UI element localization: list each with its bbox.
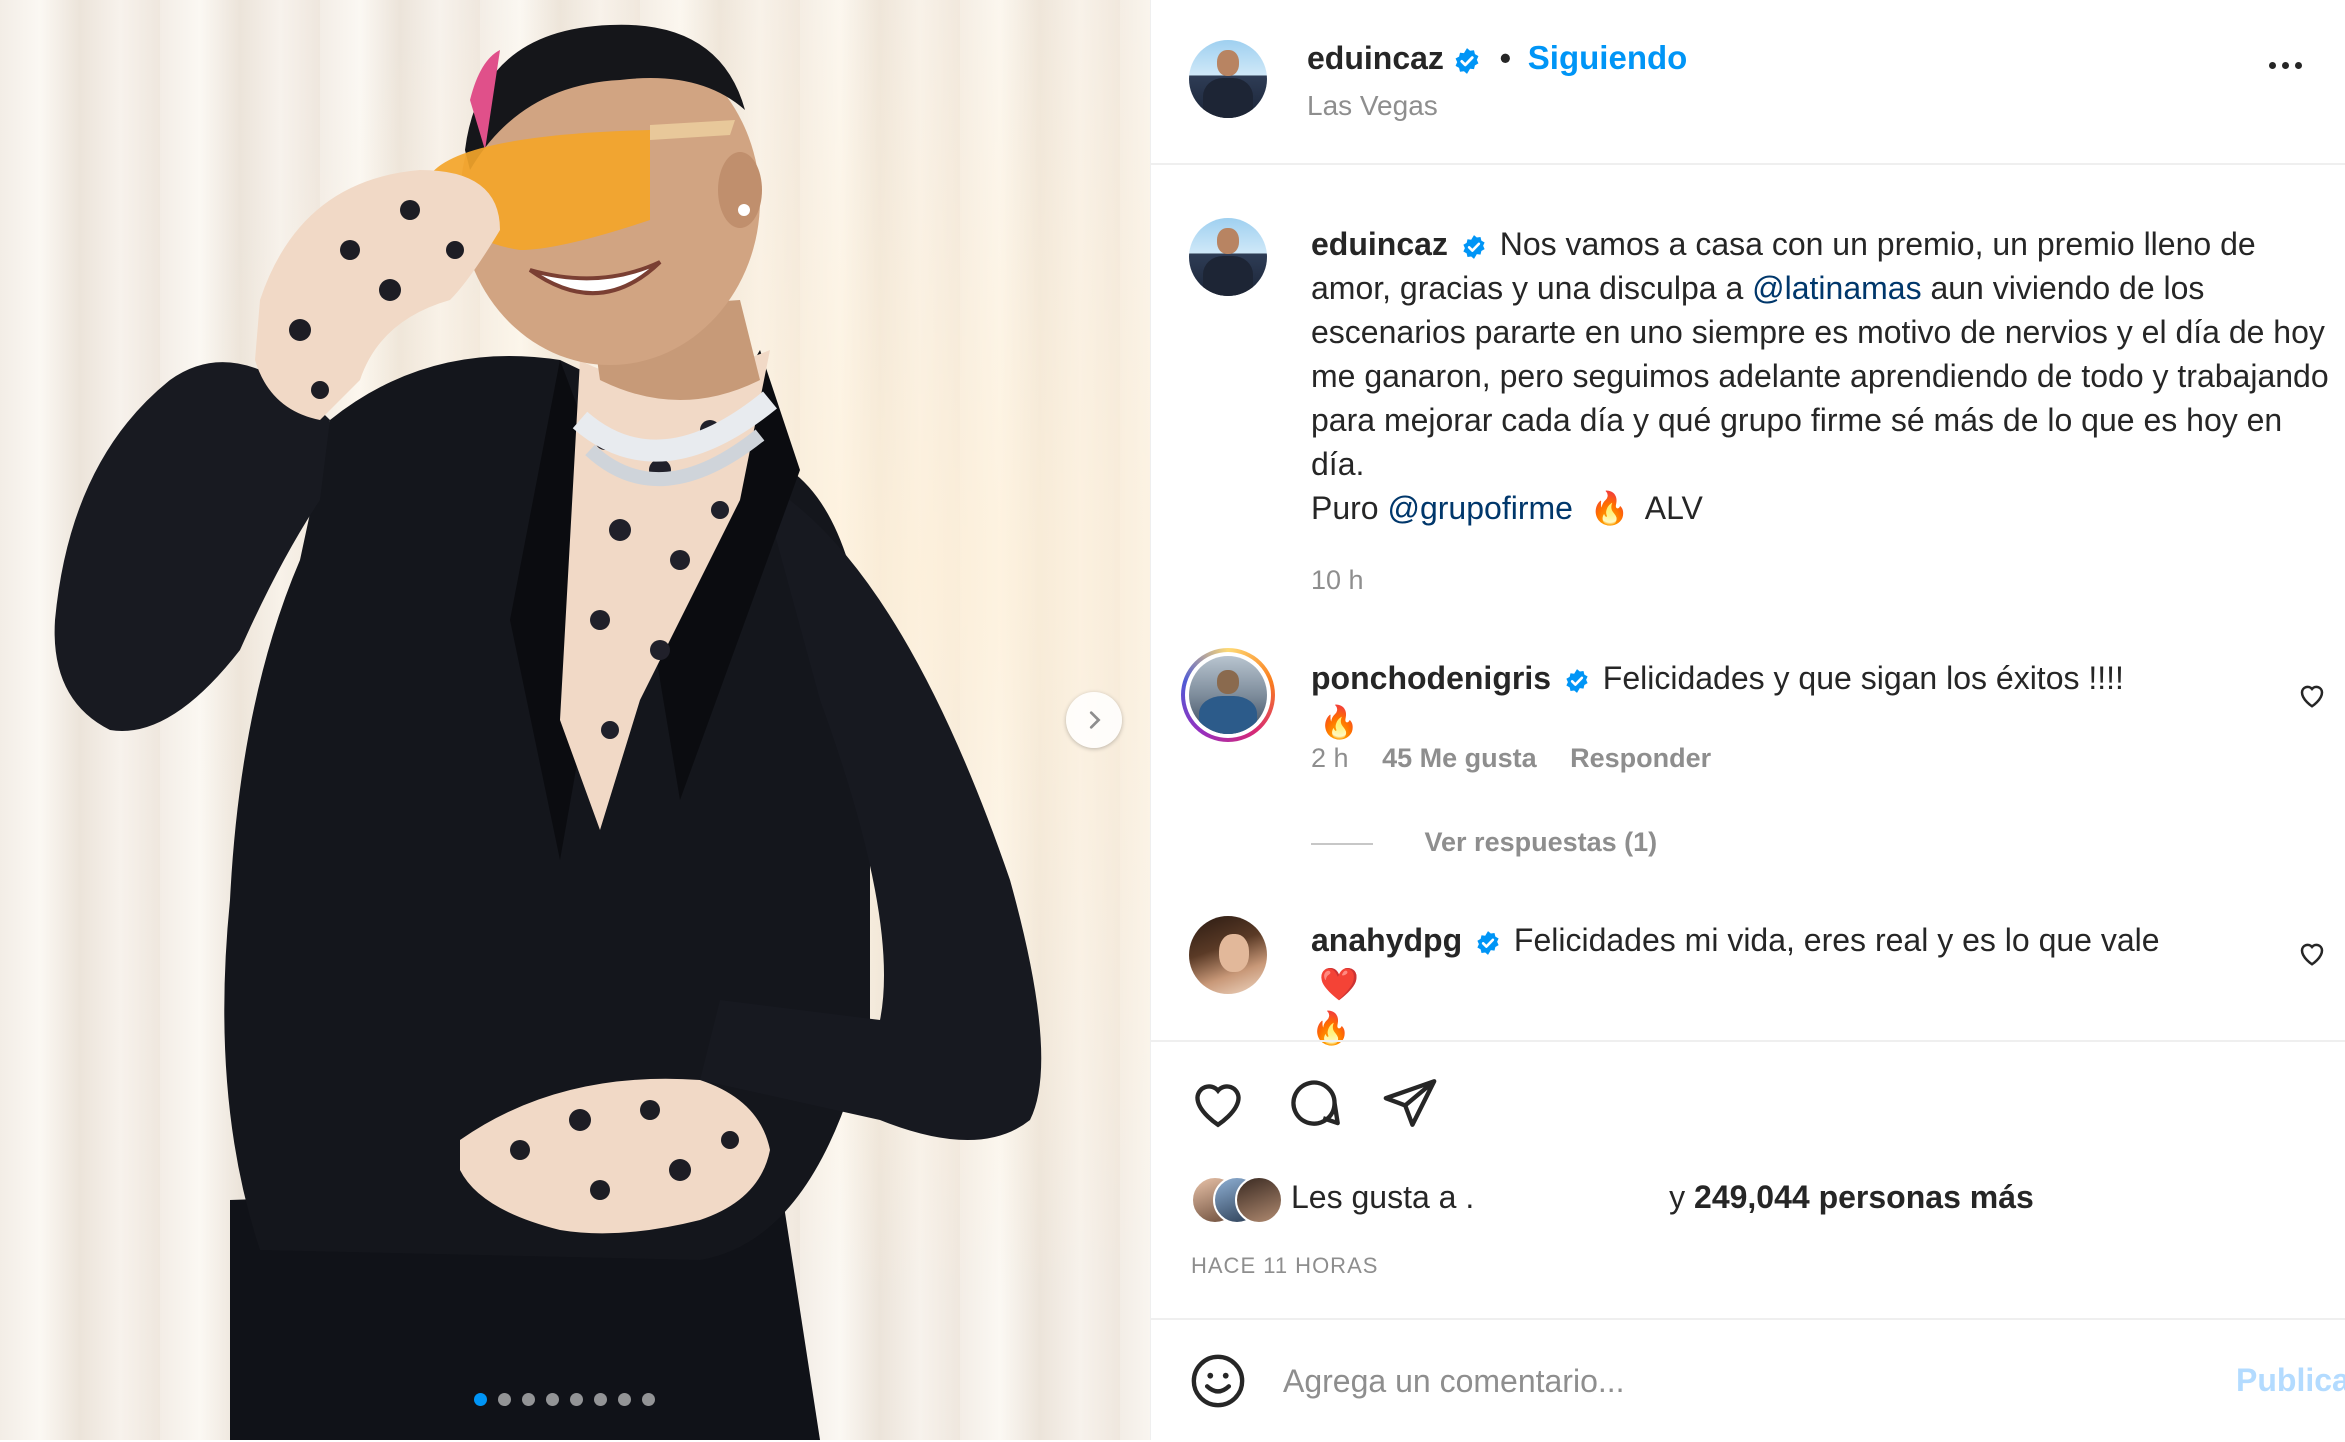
carousel-dot <box>522 1393 535 1406</box>
emoji-icon[interactable] <box>1189 1352 1247 1410</box>
comment-text: Felicidades y que sigan los éxitos !!!! <box>1602 660 2124 696</box>
comment: ponchodenigris Felicidades y que sigan l… <box>1311 656 2171 744</box>
heart-icon[interactable] <box>1189 1074 1247 1132</box>
view-replies-button[interactable]: Ver respuestas (1) <box>1311 820 1657 864</box>
post-caption: eduincaz Nos vamos a casa con un premio,… <box>1311 222 2331 530</box>
comment-input[interactable] <box>1281 1355 2045 1407</box>
liked-by-text: Les gusta a . y 249,044 personas más <box>1291 1175 2034 1219</box>
comment-meta: 2 h 45 Me gusta Responder <box>1311 736 1711 780</box>
verified-badge-icon <box>1566 668 1588 693</box>
verified-badge-icon <box>1455 47 1479 74</box>
caption-time[interactable]: 10 h <box>1311 558 1364 602</box>
liked-by-avatars[interactable] <box>1191 1176 1283 1224</box>
fire-emoji: 🔥 <box>1589 490 1630 526</box>
chevron-right-icon <box>1089 711 1101 729</box>
carousel-dot <box>594 1393 607 1406</box>
comment-like-icon[interactable] <box>2297 938 2327 968</box>
view-replies-label: Ver respuestas (1) <box>1424 827 1658 857</box>
fire-emoji: 🔥 <box>1319 704 1359 740</box>
post-location[interactable]: Las Vegas <box>1307 84 1438 128</box>
verified-badge-icon <box>1477 930 1499 955</box>
publish-button[interactable]: Publicar <box>2236 1362 2345 1399</box>
comment-username[interactable]: anahydpg <box>1311 922 1462 958</box>
liked-by-conjunction: y <box>1669 1179 1686 1215</box>
comment-text: Felicidades mi vida, eres real y es lo q… <box>1513 922 2160 958</box>
liked-by-prefix: Les gusta a . <box>1291 1179 1475 1215</box>
share-icon[interactable] <box>1381 1074 1439 1132</box>
carousel-indicator <box>474 1393 655 1406</box>
instagram-post-view: eduincaz • Siguiendo Las Vegas eduincaz <box>0 0 2345 1440</box>
post-details-panel: eduincaz • Siguiendo Las Vegas eduincaz <box>1150 0 2345 1440</box>
carousel-dot <box>546 1393 559 1406</box>
carousel-dot <box>498 1393 511 1406</box>
verified-badge-icon <box>1463 234 1485 259</box>
mention-link[interactable]: @latinamas <box>1752 270 1921 306</box>
likes-count[interactable]: 249,044 personas más <box>1694 1179 2034 1215</box>
comment-username[interactable]: ponchodenigris <box>1311 660 1551 696</box>
carousel-dot <box>618 1393 631 1406</box>
caption-text: Puro <box>1311 490 1379 526</box>
mention-link[interactable]: @grupofirme <box>1387 490 1572 526</box>
comment-avatar[interactable] <box>1181 648 1275 742</box>
carousel-dot <box>570 1393 583 1406</box>
header-separator: • <box>1499 40 1511 76</box>
post-photo <box>54 24 1042 1440</box>
heart-emoji: ❤️ <box>1319 966 1359 1002</box>
comment-icon[interactable] <box>1285 1074 1343 1132</box>
comment-avatar[interactable] <box>1189 916 1267 994</box>
carousel-dot <box>474 1393 487 1406</box>
post-header: eduincaz • Siguiendo Las Vegas <box>1151 0 2345 165</box>
comment-time[interactable]: 2 h <box>1311 743 1349 773</box>
post-timestamp: HACE 11 HORAS <box>1191 1253 1379 1278</box>
replies-line <box>1311 842 1373 845</box>
more-options-icon[interactable] <box>2269 62 2302 69</box>
post-media[interactable] <box>0 0 1150 1440</box>
author-username[interactable]: eduincaz <box>1307 40 1444 76</box>
reply-button[interactable]: Responder <box>1570 743 1711 773</box>
carousel-next-button[interactable] <box>1066 692 1122 748</box>
caption-username[interactable]: eduincaz <box>1311 226 1448 262</box>
caption-avatar[interactable] <box>1189 218 1267 296</box>
post-actions-divider <box>1151 1040 2345 1042</box>
author-avatar[interactable] <box>1189 40 1267 118</box>
comment-likes[interactable]: 45 Me gusta <box>1382 743 1537 773</box>
author-line: eduincaz • Siguiendo <box>1307 36 1687 80</box>
comment: anahydpg Felicidades mi vida, eres real … <box>1311 918 2191 1050</box>
following-button[interactable]: Siguiendo <box>1528 39 1688 76</box>
carousel-dot <box>642 1393 655 1406</box>
comment-like-icon[interactable] <box>2297 680 2327 710</box>
caption-text: ALV <box>1644 490 1703 526</box>
